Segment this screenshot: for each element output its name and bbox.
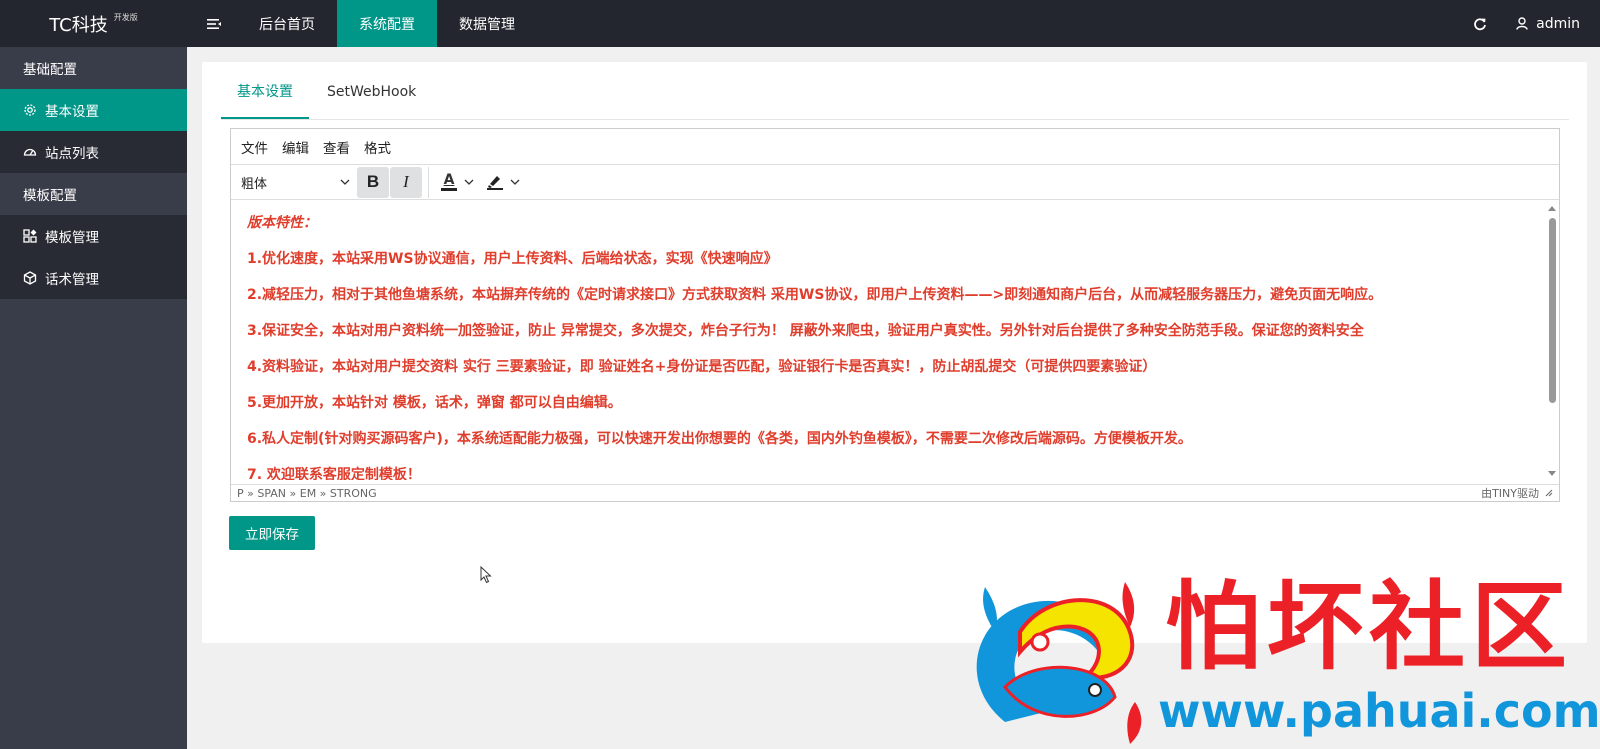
sidebar-group-basic[interactable]: 基础配置 <box>0 47 187 89</box>
text-color-button[interactable]: A <box>437 167 477 198</box>
save-button[interactable]: 立即保存 <box>229 516 315 550</box>
bold-button[interactable]: B <box>357 166 389 198</box>
refresh-icon[interactable] <box>1460 0 1500 47</box>
scroll-down-icon[interactable] <box>1548 471 1556 476</box>
italic-icon: I <box>403 172 409 191</box>
content-paragraph: 3.保证安全，本站对用户资料统一加签验证，防止 异常提交，多次提交，炸台子行为！… <box>247 323 1364 339</box>
sidebar-item-script-management[interactable]: 话术管理 <box>0 257 187 299</box>
dashboard-icon <box>23 148 37 156</box>
apps-icon <box>23 229 37 243</box>
bold-icon: B <box>366 172 380 191</box>
editor-toolbar: 粗体 B I A <box>231 165 1559 200</box>
chevron-down-icon <box>464 179 474 185</box>
cube-icon <box>23 271 37 285</box>
text-color-icon: A <box>440 173 458 191</box>
scroll-up-icon[interactable] <box>1548 206 1556 211</box>
rich-text-editor: 文件 编辑 查看 格式 粗体 B I A 版本特性： 1.优化速度，本站采用WS… <box>230 128 1560 502</box>
top-right: admin <box>1460 0 1600 47</box>
mouse-cursor-icon <box>480 566 492 584</box>
content-paragraph: 5.更加开放，本站针对 模板，话术，弹窗 都可以自由编辑。 <box>247 395 622 411</box>
tab-basic-settings[interactable]: 基本设置 <box>221 64 309 119</box>
logo-text: TC科技 <box>49 14 108 36</box>
toolbar-separator <box>428 166 429 198</box>
user-icon <box>1516 17 1528 30</box>
powered-by-label[interactable]: 由TINY驱动 <box>1481 485 1539 501</box>
content-paragraph: 版本特性： <box>247 215 317 231</box>
sidebar-item-label: 模板管理 <box>45 230 99 246</box>
chevron-down-icon <box>340 179 350 185</box>
menu-edit[interactable]: 编辑 <box>282 137 309 157</box>
element-path[interactable]: P » SPAN » EM » STRONG <box>237 487 377 500</box>
fish-logo-icon <box>976 582 1142 744</box>
sidebar-item-label: 基本设置 <box>45 104 99 120</box>
sidebar-item-template-management[interactable]: 模板管理 <box>0 215 187 257</box>
content-paragraph: 1.优化速度，本站采用WS协议通信，用户上传资料、后端给状态，实现《快速响应》 <box>247 251 778 267</box>
top-header: TC科技 开发版 后台首页 系统配置 数据管理 admin <box>0 0 1600 47</box>
content-paragraph: 7. 欢迎联系客服定制模板！ <box>247 467 421 480</box>
logo[interactable]: TC科技 开发版 <box>0 0 187 47</box>
logo-badge: 开发版 <box>113 13 138 22</box>
editor-statusbar: P » SPAN » EM » STRONG 由TINY驱动 <box>231 484 1559 501</box>
menu-toggle-icon[interactable] <box>200 0 228 47</box>
highlighter-icon <box>487 176 503 190</box>
editor-content[interactable]: 版本特性： 1.优化速度，本站采用WS协议通信，用户上传资料、后端给状态，实现《… <box>231 200 1559 480</box>
top-nav-system-config[interactable]: 系统配置 <box>337 0 437 47</box>
sidebar-item-label: 话术管理 <box>45 272 99 288</box>
tab-setwebhook[interactable]: SetWebHook <box>311 64 432 119</box>
user-menu[interactable]: admin <box>1508 0 1600 47</box>
gear-icon <box>24 104 36 116</box>
top-nav-home[interactable]: 后台首页 <box>237 0 337 47</box>
font-format-select[interactable]: 粗体 <box>241 168 356 197</box>
menu-file[interactable]: 文件 <box>241 137 268 157</box>
main-card: 基本设置 SetWebHook 文件 编辑 查看 格式 粗体 B I A 版本特… <box>202 62 1587 643</box>
sidebar: 基础配置 基本设置 站点列表 模板配置 模板管理 话术管理 <box>0 47 187 749</box>
menu-view[interactable]: 查看 <box>323 137 350 157</box>
top-nav-data-management[interactable]: 数据管理 <box>437 0 537 47</box>
sidebar-item-label: 站点列表 <box>45 146 99 162</box>
top-nav: 后台首页 系统配置 数据管理 <box>237 0 537 47</box>
chevron-down-icon <box>510 179 520 185</box>
sidebar-item-site-list[interactable]: 站点列表 <box>0 131 187 173</box>
italic-button[interactable]: I <box>390 166 422 198</box>
watermark-title: 怕坏社区 <box>1165 570 1573 683</box>
resize-handle-icon[interactable] <box>1545 489 1553 497</box>
watermark: 怕坏社区 www.pahuai.com <box>965 570 1600 747</box>
content-paragraph: 6.私人定制(针对购买源码客户)，本系统适配能力极强，可以快速开发出你想要的《各… <box>247 431 1192 447</box>
content-paragraph: 2.减轻压力，相对于其他鱼塘系统，本站摒弃传统的《定时请求接口》方式获取资料 采… <box>247 287 1383 303</box>
editor-scrollbar[interactable] <box>1545 200 1559 480</box>
content-paragraph: 4.资料验证，本站对用户提交资料 实行 三要素验证，即 验证姓名+身份证是否匹配… <box>247 359 1157 375</box>
menu-format[interactable]: 格式 <box>364 137 391 157</box>
sidebar-item-basic-settings[interactable]: 基本设置 <box>0 89 187 131</box>
username: admin <box>1536 15 1580 32</box>
editor-menubar: 文件 编辑 查看 格式 <box>231 129 1559 165</box>
font-select-value: 粗体 <box>241 176 268 192</box>
watermark-url: www.pahuai.com <box>1158 684 1600 738</box>
highlight-color-button[interactable] <box>483 167 523 198</box>
sidebar-group-template[interactable]: 模板配置 <box>0 173 187 215</box>
scroll-thumb[interactable] <box>1549 218 1556 403</box>
settings-tabs: 基本设置 SetWebHook <box>221 62 1569 120</box>
